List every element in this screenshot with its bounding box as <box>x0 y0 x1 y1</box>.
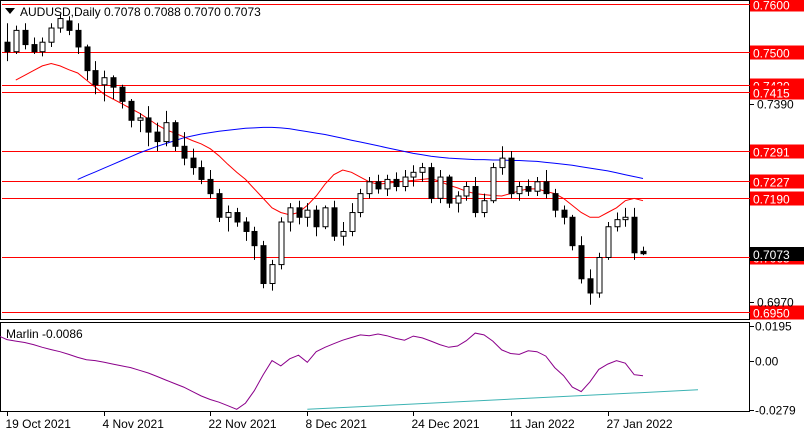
candle-bull <box>57 18 64 29</box>
candle-bull <box>410 171 417 178</box>
level-label: 0.7190 <box>753 193 790 207</box>
chart-background <box>0 0 805 436</box>
symbol-info: AUDUSD,Daily 0.7078 0.7088 0.7070 0.7073 <box>20 5 261 19</box>
candle-bear <box>110 77 117 88</box>
date-label: 11 Jan 2022 <box>510 417 575 431</box>
candle-bear <box>154 131 161 143</box>
candle-bear <box>84 46 91 72</box>
candle-bear <box>181 145 188 159</box>
indicator-tick-label: -0.0279 <box>755 404 796 418</box>
candle-bear <box>393 178 400 188</box>
candle-bull <box>366 181 373 195</box>
candle-bear <box>31 44 38 53</box>
candle-bull <box>287 207 294 223</box>
level-label: 0.7500 <box>753 47 790 61</box>
candle-bear <box>631 216 638 254</box>
candle-bull <box>357 193 364 214</box>
indicator-tick-label: 0.0195 <box>755 320 792 334</box>
candle-bull <box>419 167 426 173</box>
indicator-title: Marlin -0.0086 <box>6 327 83 341</box>
candle-bear <box>4 41 11 53</box>
current-price-tag: 0.7073 <box>753 248 790 262</box>
candle-bear <box>472 186 479 214</box>
candle-bear <box>525 186 532 192</box>
candle-bull <box>455 195 462 204</box>
candle-bull <box>516 186 523 195</box>
candle-bear <box>578 245 585 280</box>
candle-bull <box>340 230 347 237</box>
candle-bull <box>463 186 470 197</box>
candle-bull <box>481 200 488 214</box>
chart-header: AUDUSD,Daily 0.7078 0.7088 0.7070 0.7073 <box>5 5 261 19</box>
candle-bear <box>552 193 559 211</box>
candle-bull <box>39 41 46 53</box>
candle-bull <box>322 207 329 228</box>
candle-bear <box>22 29 29 46</box>
candle-bear <box>313 209 320 228</box>
candle-bull <box>534 181 541 192</box>
candle-bull <box>278 221 285 266</box>
candle-bull <box>437 176 444 199</box>
level-label: 0.7600 <box>753 0 790 13</box>
candle-bear <box>207 178 214 195</box>
date-label: 8 Dec 2021 <box>306 417 368 431</box>
candle-bear <box>569 216 576 247</box>
level-label: 0.7227 <box>753 176 790 190</box>
candle-bull <box>48 27 55 43</box>
candle-bear <box>75 29 82 48</box>
candle-bull <box>269 264 276 285</box>
candle-bull <box>304 209 311 218</box>
candle-bear <box>234 212 241 223</box>
candle-bull <box>225 212 232 218</box>
candle-bull <box>605 226 612 258</box>
candle-bear <box>508 157 515 195</box>
candle-bear <box>561 209 568 218</box>
candle-bull <box>622 216 629 221</box>
candle-bear <box>128 100 135 121</box>
candle-bull <box>402 176 409 188</box>
candle-bear <box>543 181 550 195</box>
candle-bull <box>13 29 20 53</box>
candle-bear <box>198 167 205 180</box>
candle-bear <box>446 176 453 204</box>
candle-bull <box>101 77 108 86</box>
candle-bear <box>172 122 179 147</box>
candle-bull <box>384 178 391 190</box>
candle-bear <box>119 86 126 102</box>
candle-bear <box>640 250 647 255</box>
candle-bear <box>216 193 223 218</box>
candle-bear <box>251 230 258 247</box>
date-label: 27 Jan 2022 <box>607 417 673 431</box>
candle-bull <box>596 256 603 294</box>
candle-bear <box>428 167 435 199</box>
candle-bear <box>296 207 303 218</box>
candle-bull <box>349 212 356 232</box>
date-label: 24 Dec 2021 <box>412 417 480 431</box>
price-tick-label: 0.7390 <box>757 98 794 112</box>
candle-bull <box>490 167 497 202</box>
date-label: 19 Oct 2021 <box>6 417 72 431</box>
date-label: 4 Nov 2021 <box>103 417 165 431</box>
candle-bear <box>260 245 267 285</box>
candle-bear <box>145 117 152 133</box>
candle-bull <box>163 122 170 143</box>
chart-window[interactable]: 0.76000.75000.74300.74150.72910.72270.71… <box>0 0 805 436</box>
candle-bear <box>587 278 594 294</box>
date-label: 22 Nov 2021 <box>209 417 277 431</box>
candle-bear <box>190 157 197 169</box>
price-tick-label: 0.6970 <box>757 296 794 310</box>
candle-bear <box>92 70 99 86</box>
candle-bull <box>614 219 621 228</box>
candle-bear <box>375 181 382 190</box>
candle-bear <box>243 221 250 232</box>
candle-bear <box>66 20 73 31</box>
candle-bear <box>331 207 338 237</box>
level-label: 0.7291 <box>753 146 790 160</box>
indicator-tick-label: 0.00 <box>755 355 779 369</box>
candle-bull <box>499 157 506 169</box>
candle-bull <box>137 117 144 121</box>
